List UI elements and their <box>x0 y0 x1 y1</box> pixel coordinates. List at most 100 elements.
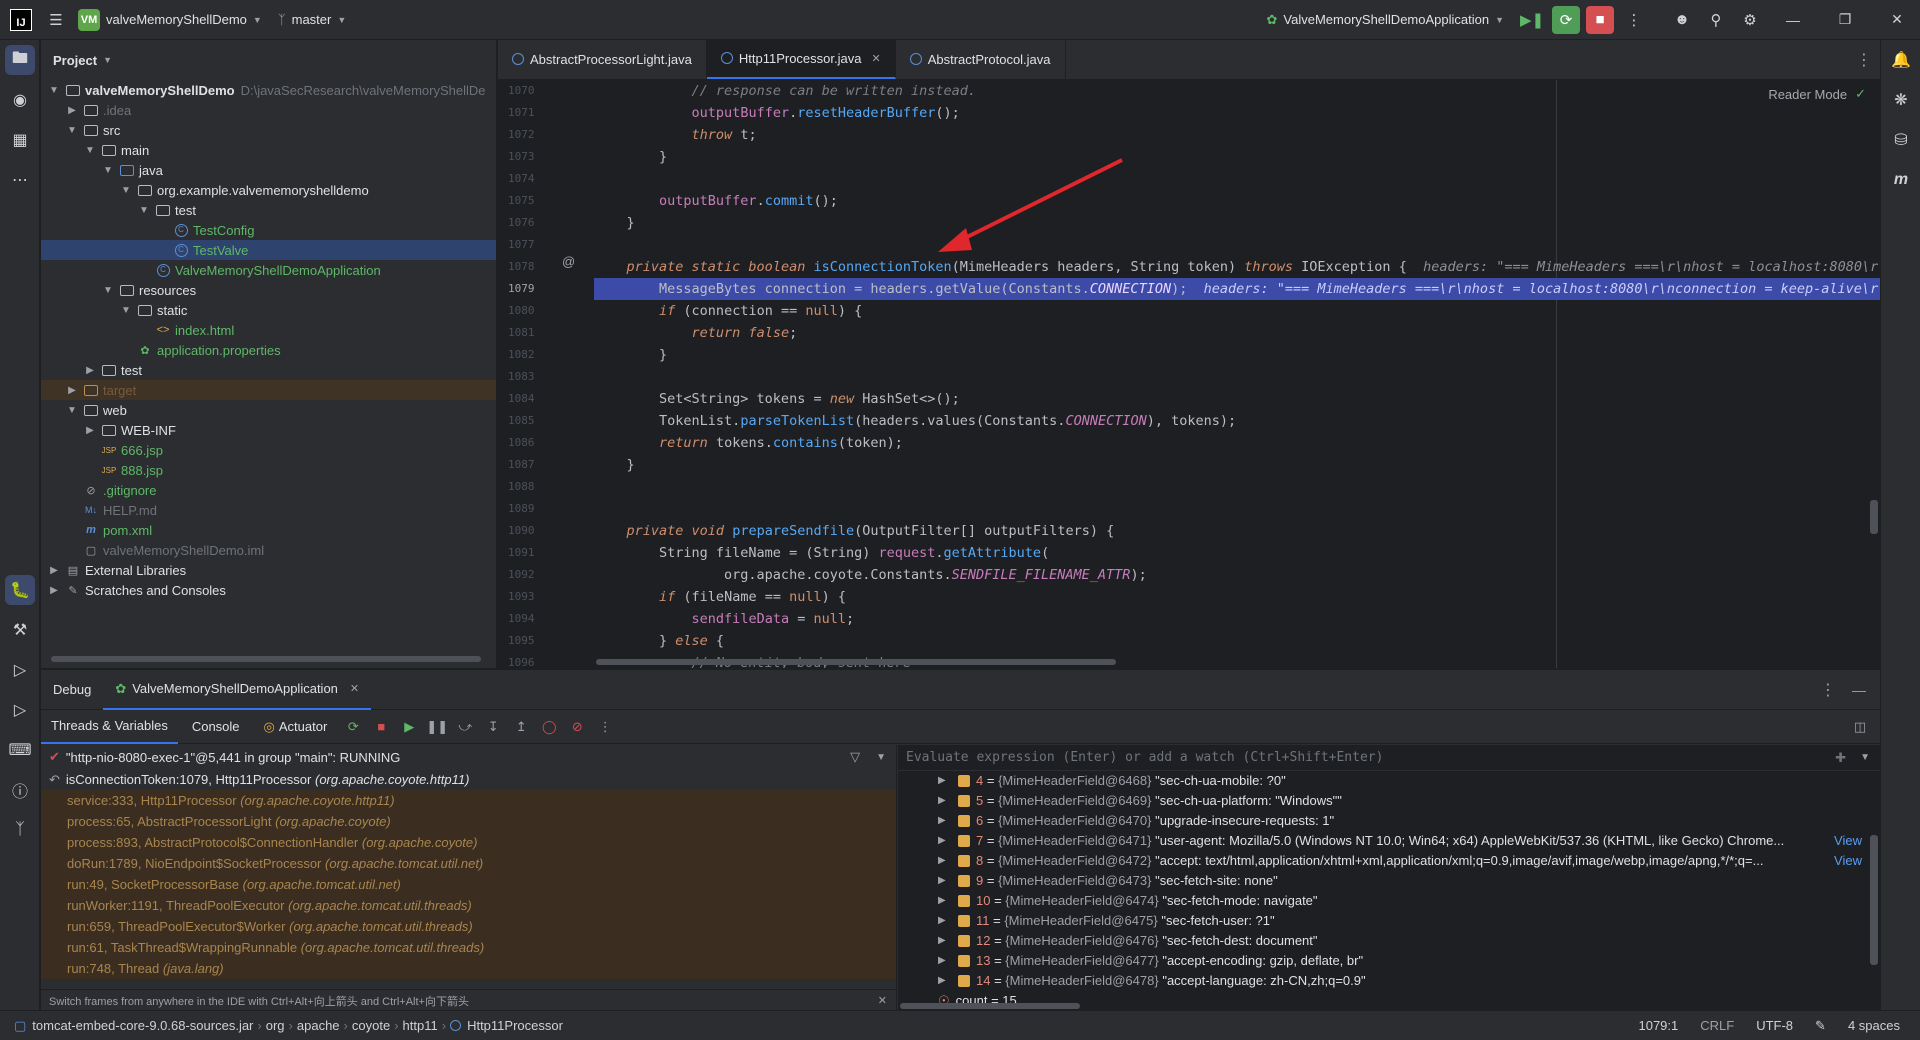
close-icon[interactable]: ✕ <box>350 682 359 695</box>
debug-options-icon[interactable]: ⋮ <box>1820 680 1852 700</box>
expand-arrow-icon[interactable]: ▶ <box>47 565 61 576</box>
line-number[interactable]: 1085 <box>498 410 548 432</box>
debug-session-tab[interactable]: ✿ ValveMemoryShellDemoApplication ✕ <box>103 670 372 710</box>
expand-arrow-icon[interactable]: ▶ <box>938 931 952 951</box>
tree-item[interactable]: JSP 666.jsp <box>41 440 496 460</box>
stack-frame[interactable]: service:333, Http11Processor (org.apache… <box>41 790 896 811</box>
variable-row[interactable]: ▶ 9 = {MimeHeaderField@6473} "sec-fetch-s… <box>898 871 1880 891</box>
line-number[interactable]: 1070 <box>498 80 548 102</box>
horizontal-scrollbar[interactable] <box>51 656 481 662</box>
tree-item[interactable]: ▶ WEB-INF <box>41 420 496 440</box>
indent-setting[interactable]: 4 spaces <box>1848 1018 1900 1033</box>
expand-arrow-icon[interactable]: ▶ <box>65 385 79 396</box>
stack-frame[interactable]: run:748, Thread (java.lang) <box>41 958 896 979</box>
line-number[interactable]: 1088 <box>498 476 548 498</box>
project-switcher[interactable]: VM valveMemoryShellDemo ▼ <box>70 5 270 35</box>
more-tools-icon[interactable]: ⋯ <box>0 160 40 200</box>
stack-frame[interactable]: runWorker:1191, ThreadPoolExecutor (org.… <box>41 895 896 916</box>
variable-row[interactable]: ▶ 7 = {MimeHeaderField@6471} "user-agent:… <box>898 831 1880 851</box>
resume-icon[interactable]: ▶ <box>397 715 421 739</box>
git-tool-icon[interactable]: ᛉ <box>0 810 40 850</box>
variable-row[interactable]: ▶ 11 = {MimeHeaderField@6475} "sec-fetch-… <box>898 911 1880 931</box>
line-number[interactable]: 1090 <box>498 520 548 542</box>
variable-row[interactable]: ▶ 14 = {MimeHeaderField@6478} "accept-lan… <box>898 971 1880 991</box>
view-link[interactable]: View <box>1830 831 1862 851</box>
expand-arrow-icon[interactable]: ▶ <box>938 771 952 791</box>
line-number[interactable]: 1086 <box>498 432 548 454</box>
variable-row[interactable]: ▶ 4 = {MimeHeaderField@6468} "sec-ch-ua-m… <box>898 771 1880 791</box>
pause-icon[interactable]: ❚❚ <box>425 715 449 739</box>
expand-arrow-icon[interactable]: ▶ <box>938 911 952 931</box>
gear-icon[interactable]: ⚙ <box>1736 6 1764 34</box>
layout-icon[interactable]: ◫ <box>1848 715 1872 739</box>
expand-arrow-icon[interactable]: ▼ <box>119 185 133 196</box>
tab-editor-file[interactable]: AbstractProcessorLight.java <box>498 39 707 79</box>
variable-row[interactable]: ▶ 12 = {MimeHeaderField@6476} "sec-fetch-… <box>898 931 1880 951</box>
tab-actuator[interactable]: ◎ Actuator <box>254 710 338 744</box>
tree-item[interactable]: ▼ valveMemoryShellDemo D:\javaSecResearch\… <box>41 80 496 100</box>
line-number[interactable]: 1079 <box>498 278 548 300</box>
line-number[interactable]: 1093 <box>498 586 548 608</box>
tree-item[interactable]: ⊘ .gitignore <box>41 480 496 500</box>
stack-frame[interactable]: run:61, TaskThread$WrappingRunnable (org… <box>41 937 896 958</box>
stop-icon[interactable]: ■ <box>1586 5 1614 34</box>
more-debug-icon[interactable]: ⋮ <box>593 715 617 739</box>
line-number[interactable]: 1091 <box>498 542 548 564</box>
line-number[interactable]: 1087 <box>498 454 548 476</box>
breadcrumb-item[interactable]: Http11Processor <box>446 1018 567 1033</box>
line-number[interactable]: 1075 <box>498 190 548 212</box>
stack-frame[interactable]: process:65, AbstractProcessorLight (org.… <box>41 811 896 832</box>
line-number[interactable]: 1078 <box>498 256 548 278</box>
run-config-selector[interactable]: ✿ ValveMemoryShellDemoApplication ▼ <box>1258 5 1512 35</box>
tree-item[interactable]: ✿ application.properties <box>41 340 496 360</box>
expand-arrow-icon[interactable]: ▶ <box>47 585 61 596</box>
tree-item[interactable]: ▼ src <box>41 120 496 140</box>
breadcrumb-item[interactable]: http11 <box>399 1018 442 1033</box>
tree-item[interactable]: ▼ java <box>41 160 496 180</box>
line-number[interactable]: 1073 <box>498 146 548 168</box>
line-number[interactable]: 1092 <box>498 564 548 586</box>
line-number[interactable]: 1074 <box>498 168 548 190</box>
line-number[interactable]: 1077 <box>498 234 548 256</box>
ai-assistant-icon[interactable]: ❋ <box>1881 80 1920 120</box>
notifications-icon[interactable]: 🔔 <box>1881 40 1920 80</box>
view-breakpoints-icon[interactable]: ◯ <box>537 715 561 739</box>
debug-tool-icon[interactable]: 🐛 <box>5 575 35 605</box>
readonly-icon[interactable]: ✎ <box>1815 1018 1826 1034</box>
tree-item[interactable]: ▶ target <box>41 380 496 400</box>
reader-mode-toggle[interactable]: Reader Mode ✓ <box>1768 86 1866 102</box>
variable-row[interactable]: ▶ 10 = {MimeHeaderField@6474} "sec-fetch-… <box>898 891 1880 911</box>
expand-arrow-icon[interactable]: ▶ <box>938 971 952 991</box>
line-number[interactable]: 1081 <box>498 322 548 344</box>
more-actions-icon[interactable]: ⋮ <box>1620 6 1648 34</box>
line-number[interactable]: 1076 <box>498 212 548 234</box>
chevron-down-icon[interactable]: ▼ <box>866 752 896 763</box>
step-over-icon[interactable]: ⤻ <box>453 715 477 739</box>
variables-h-scrollbar[interactable] <box>900 1003 1080 1009</box>
search-icon[interactable]: ⚲ <box>1702 6 1730 34</box>
expand-arrow-icon[interactable]: ▶ <box>938 791 952 811</box>
tree-item[interactable]: ▼ org.example.valvememoryshelldemo <box>41 180 496 200</box>
expand-arrow-icon[interactable]: ▶ <box>938 811 952 831</box>
variable-row[interactable]: ▶ 5 = {MimeHeaderField@6469} "sec-ch-ua-p… <box>898 791 1880 811</box>
expand-arrow-icon[interactable]: ▶ <box>938 871 952 891</box>
main-menu-icon[interactable]: ☰ <box>42 6 70 34</box>
tree-item[interactable]: ▼ static <box>41 300 496 320</box>
stack-frame[interactable]: doRun:1789, NioEndpoint$SocketProcessor … <box>41 853 896 874</box>
close-tab-icon[interactable]: ✕ <box>871 52 880 65</box>
filter-icon[interactable]: ▽ <box>850 749 860 765</box>
breadcrumb-item[interactable]: ▢ tomcat-embed-core-9.0.68-sources.jar <box>10 1018 257 1034</box>
terminal-tool-icon[interactable]: ⌨ <box>0 730 40 770</box>
file-encoding[interactable]: UTF-8 <box>1756 1018 1793 1033</box>
expand-arrow-icon[interactable]: ▼ <box>101 165 115 176</box>
expand-arrow-icon[interactable]: ▶ <box>938 851 952 871</box>
implements-gutter-icon[interactable]: @ <box>562 254 575 269</box>
line-number[interactable]: 1071 <box>498 102 548 124</box>
tab-editor-file[interactable]: AbstractProtocol.java <box>896 39 1066 79</box>
tab-console[interactable]: Console <box>182 710 250 744</box>
tree-item[interactable]: C TestConfig <box>41 220 496 240</box>
tree-item[interactable]: <> index.html <box>41 320 496 340</box>
project-panel-header[interactable]: Project ▼ <box>41 40 496 80</box>
close-icon[interactable]: ✕ <box>1874 0 1920 40</box>
editor-horizontal-scrollbar[interactable] <box>596 659 1116 665</box>
